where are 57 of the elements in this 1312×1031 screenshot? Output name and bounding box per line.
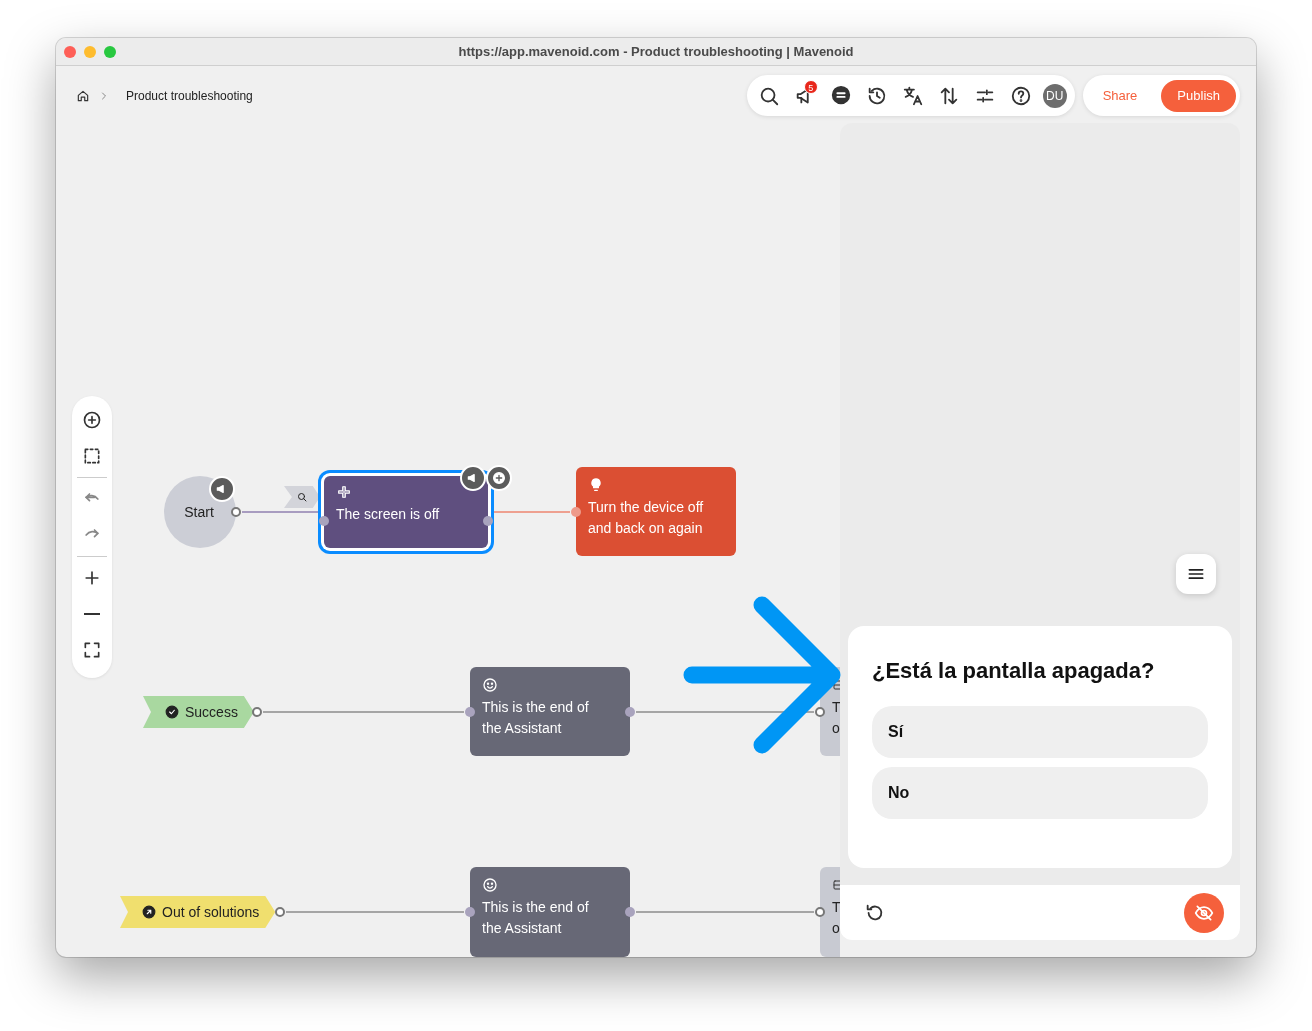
translate-icon: [901, 84, 924, 107]
answer-option[interactable]: No: [872, 767, 1208, 820]
answer-option[interactable]: Sí: [872, 706, 1208, 759]
node-text: The screen is off: [336, 505, 441, 524]
menu-button[interactable]: [1176, 553, 1216, 594]
hide-preview-button[interactable]: [1184, 892, 1224, 933]
end-node[interactable]: This is the end of the Assistant: [470, 867, 630, 957]
add-comment-icon: [486, 465, 512, 491]
megaphone-icon: [460, 465, 486, 491]
select-icon: [82, 446, 102, 466]
port-handle[interactable]: [483, 516, 493, 526]
check-icon: [165, 705, 179, 719]
search-icon: [296, 491, 308, 503]
port-handle[interactable]: [571, 507, 581, 517]
port-handle[interactable]: [231, 507, 241, 517]
eye-off-icon: [1194, 902, 1214, 923]
toolbar-button[interactable]: 5: [786, 77, 823, 114]
tag-label: Success: [185, 702, 238, 722]
port-handle[interactable]: [465, 907, 475, 917]
tag-label: Out of solutions: [162, 902, 260, 922]
user-avatar[interactable]: DU: [1042, 83, 1067, 108]
node-text: T o: [832, 898, 840, 938]
help-icon: [1009, 84, 1032, 107]
lightbulb-icon: [588, 477, 604, 493]
chat-icon: [829, 84, 852, 107]
question-title: ¿Está la pantalla apagada?: [872, 657, 1156, 685]
node-text: T o: [832, 698, 840, 738]
search-tag[interactable]: [284, 486, 320, 508]
port-handle[interactable]: [815, 907, 825, 917]
end-node[interactable]: This is the end of the Assistant: [470, 667, 630, 756]
port-handle[interactable]: [275, 907, 285, 917]
node-card[interactable]: T o: [820, 867, 840, 957]
add-node-icon: [82, 410, 102, 430]
port-handle[interactable]: [465, 707, 475, 717]
node-text: Turn the device off and back on again: [588, 498, 705, 538]
cross-icon: [336, 484, 352, 500]
window-title: https://app.mavenoid.com - Product troubleshooting | Mavenoid: [458, 44, 854, 59]
smiley-icon: [482, 677, 498, 693]
start-node[interactable]: Start: [164, 476, 236, 548]
node-text: This is the end of the Assistant: [482, 698, 590, 738]
notification-badge: 5: [803, 79, 818, 94]
smiley-icon: [482, 877, 498, 893]
solution-node[interactable]: Turn the device off and back on again: [576, 467, 736, 556]
fit-screen-icon: [82, 640, 102, 660]
port-handle[interactable]: [625, 707, 635, 717]
megaphone-icon: [209, 476, 235, 502]
close-button[interactable]: [64, 46, 76, 58]
node-text: This is the end of the Assistant: [482, 898, 590, 938]
outcome-tag[interactable]: Success: [143, 696, 254, 728]
breadcrumb-item[interactable]: Product troubleshooting: [126, 86, 253, 105]
port-handle[interactable]: [815, 707, 825, 717]
home-icon: [76, 88, 90, 103]
outcome-tag[interactable]: Out of solutions: [120, 896, 276, 928]
home-link[interactable]: [76, 88, 90, 103]
port-handle[interactable]: [252, 707, 262, 717]
port-handle[interactable]: [625, 907, 635, 917]
port-handle[interactable]: [319, 516, 329, 526]
